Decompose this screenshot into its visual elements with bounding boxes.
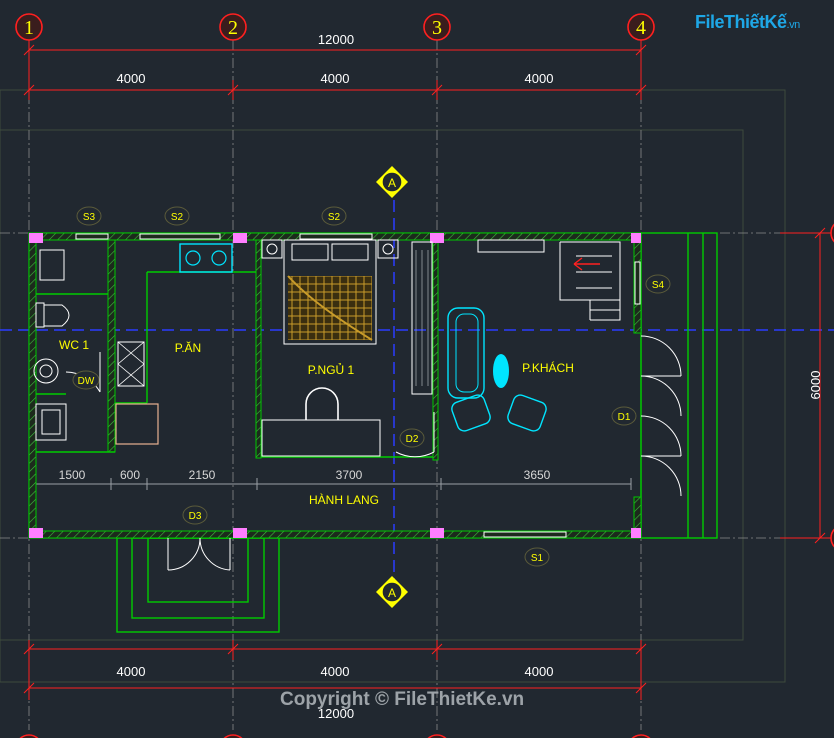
section-label-bottom: A xyxy=(388,586,396,600)
bay-dim-top-1: 4000 xyxy=(117,71,146,86)
inner-dim-1: 1500 xyxy=(59,468,86,482)
watermark-suffix: .vn xyxy=(786,19,801,31)
tag-s2-b: S2 xyxy=(328,212,341,223)
grid-label-1: 1 xyxy=(24,17,34,39)
bay-dim-top-2: 4000 xyxy=(321,71,350,86)
tag-s1: S1 xyxy=(531,553,544,564)
grid-label-4: 4 xyxy=(636,17,646,39)
grid-label-2: 2 xyxy=(228,17,238,39)
tag-dw: DW xyxy=(78,376,95,387)
room-label-living: P.KHÁCH xyxy=(522,360,574,375)
section-axes xyxy=(0,200,834,580)
room-label-dining: P.ĂN xyxy=(175,340,201,355)
living-furniture xyxy=(447,239,621,432)
bay-dim-bottom-2: 4000 xyxy=(321,664,350,679)
watermark-main: FileThiếtKế xyxy=(695,12,787,32)
room-label-wc: WC 1 xyxy=(59,338,89,352)
inner-dim-4: 3700 xyxy=(336,468,363,482)
copyright-text: Copyright © FileThietKe.vn xyxy=(280,689,525,710)
inner-dim-3: 2150 xyxy=(189,468,216,482)
bay-dim-bottom-1: 4000 xyxy=(117,664,146,679)
inner-dim-5: 3650 xyxy=(524,468,551,482)
tag-s3: S3 xyxy=(83,212,96,223)
floor-plan-drawing: 1 2 3 4 A A 12000 4000 4000 4000 4000 40… xyxy=(0,13,834,738)
side-dim: 6000 xyxy=(808,371,823,400)
overall-width-top: 12000 xyxy=(318,32,354,47)
grid-label-3: 3 xyxy=(432,17,442,39)
entrance-porch xyxy=(116,537,280,633)
tag-s4: S4 xyxy=(652,280,665,291)
tag-s2-a: S2 xyxy=(171,212,184,223)
room-label-hall: HÀNH LANG xyxy=(309,492,379,507)
grid-lines xyxy=(0,40,834,730)
bedroom-furniture xyxy=(261,239,433,457)
inner-dim-2: 600 xyxy=(120,468,140,482)
opening-tags: S3 S2 S2 S4 S1 D1 D2 D3 DW xyxy=(72,206,671,567)
section-label-top: A xyxy=(388,176,396,190)
room-label-bedroom: P.NGỦ 1 xyxy=(308,362,355,377)
bay-dim-top-3: 4000 xyxy=(525,71,554,86)
interior-walls xyxy=(36,239,439,461)
watermark-logo: FileThiếtKế.vn xyxy=(695,12,800,33)
bay-dim-bottom-3: 4000 xyxy=(525,664,554,679)
tag-d2: D2 xyxy=(406,434,419,445)
section-markers: A A xyxy=(376,166,408,608)
tag-d3: D3 xyxy=(189,511,202,522)
dimension-lines xyxy=(23,40,834,700)
tag-d1: D1 xyxy=(618,412,631,423)
